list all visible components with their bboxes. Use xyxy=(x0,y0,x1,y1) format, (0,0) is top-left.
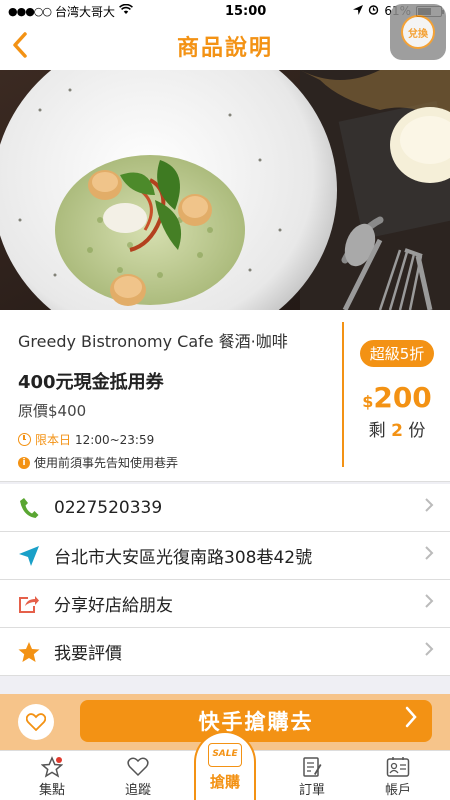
today-only-label: 限本日 xyxy=(35,433,72,447)
tab-orders-label: 訂單 xyxy=(298,783,325,798)
chevron-right-icon xyxy=(424,497,450,518)
usage-notice: i 使用前須事先告知使用巷弄 xyxy=(18,454,338,471)
redeem-icon: 兌換 xyxy=(401,15,435,49)
tab-follow-label: 追蹤 xyxy=(124,783,151,798)
rate-label: 我要評價 xyxy=(54,644,122,664)
product-photo xyxy=(0,70,450,310)
time-limit: 限本日 12:00~23:59 xyxy=(18,431,338,448)
order-icon xyxy=(282,755,342,779)
clock-icon xyxy=(18,433,31,446)
chevron-left-icon xyxy=(13,32,27,58)
status-time: 15:00 xyxy=(224,3,267,19)
favorite-button[interactable] xyxy=(18,704,54,740)
chevron-right-icon xyxy=(404,705,418,735)
tab-points-label: 集點 xyxy=(38,783,65,798)
star-icon xyxy=(22,755,82,779)
page-title: 商品說明 xyxy=(176,36,273,61)
alarm-icon xyxy=(368,4,379,18)
risotto-dish-image xyxy=(0,70,450,310)
tab-points[interactable]: 集點 xyxy=(22,755,82,798)
account-icon xyxy=(368,755,428,779)
original-price: 原價$400 xyxy=(18,402,87,420)
carrier-name: 台湾大哥大 xyxy=(55,4,116,19)
phone-number: 0227520339 xyxy=(54,497,163,518)
tab-account-label: 帳戶 xyxy=(384,783,411,798)
buy-now-button[interactable]: 快手搶購去 xyxy=(80,700,432,742)
remain-suffix: 份 xyxy=(408,421,426,441)
share-icon xyxy=(18,593,40,615)
deal-info-card: Greedy Bistronomy Cafe 餐酒·咖啡 400元現金抵用券 原… xyxy=(0,310,450,482)
share-row[interactable]: 分享好店給朋友 xyxy=(0,580,450,628)
phone-icon xyxy=(18,497,40,519)
rate-row[interactable]: 我要評價 xyxy=(0,628,450,676)
sale-price: $200 xyxy=(344,381,450,414)
chevron-right-icon xyxy=(424,641,450,662)
tab-bar: 集點 追蹤 SALE 搶購 訂單 帳戶 xyxy=(0,731,450,800)
info-icon: i xyxy=(18,456,30,469)
nav-bar: 商品說明 xyxy=(0,22,450,70)
status-bar: ●●●○○ 台湾大哥大 15:00 61% xyxy=(0,0,450,22)
sale-badge: 超級5折 xyxy=(359,340,435,367)
tab-follow[interactable]: 追蹤 xyxy=(108,755,168,798)
location-services-icon xyxy=(353,4,364,18)
assistive-touch-button[interactable]: 兌換 xyxy=(390,4,446,60)
heart-icon xyxy=(26,713,46,731)
price-box: 超級5折 $200 剩 2 份 xyxy=(344,340,450,441)
price-value: 200 xyxy=(373,381,432,414)
tab-account[interactable]: 帳戶 xyxy=(368,755,428,798)
heart-icon xyxy=(108,755,168,779)
signal-icon: ●●●○○ xyxy=(8,4,52,18)
chevron-right-icon xyxy=(424,593,450,614)
tab-flash-sale[interactable]: SALE 搶購 xyxy=(194,731,256,800)
star-icon xyxy=(18,641,40,663)
back-button[interactable] xyxy=(10,30,38,62)
remain-prefix: 剩 xyxy=(368,421,386,441)
address: 台北市大安區光復南路308巷42號 xyxy=(54,548,313,568)
shop-name: Greedy Bistronomy Cafe 餐酒·咖啡 xyxy=(18,332,288,351)
time-range: 12:00~23:59 xyxy=(75,432,155,447)
chevron-right-icon xyxy=(424,545,450,566)
remaining-stock: 剩 2 份 xyxy=(344,416,450,441)
address-row[interactable]: 台北市大安區光復南路308巷42號 xyxy=(0,532,450,580)
tab-orders[interactable]: 訂單 xyxy=(282,755,342,798)
wifi-icon xyxy=(119,3,133,18)
tab-flash-sale-label: 搶購 xyxy=(209,773,240,791)
deal-title: 400元現金抵用券 xyxy=(18,372,164,393)
sale-tag-icon: SALE xyxy=(208,743,242,767)
phone-row[interactable]: 0227520339 xyxy=(0,484,450,532)
notice-text: 使用前須事先告知使用巷弄 xyxy=(34,456,179,470)
currency-symbol: $ xyxy=(362,392,374,411)
share-label: 分享好店給朋友 xyxy=(54,596,173,616)
remain-count: 2 xyxy=(391,421,403,441)
location-arrow-icon xyxy=(18,545,40,567)
